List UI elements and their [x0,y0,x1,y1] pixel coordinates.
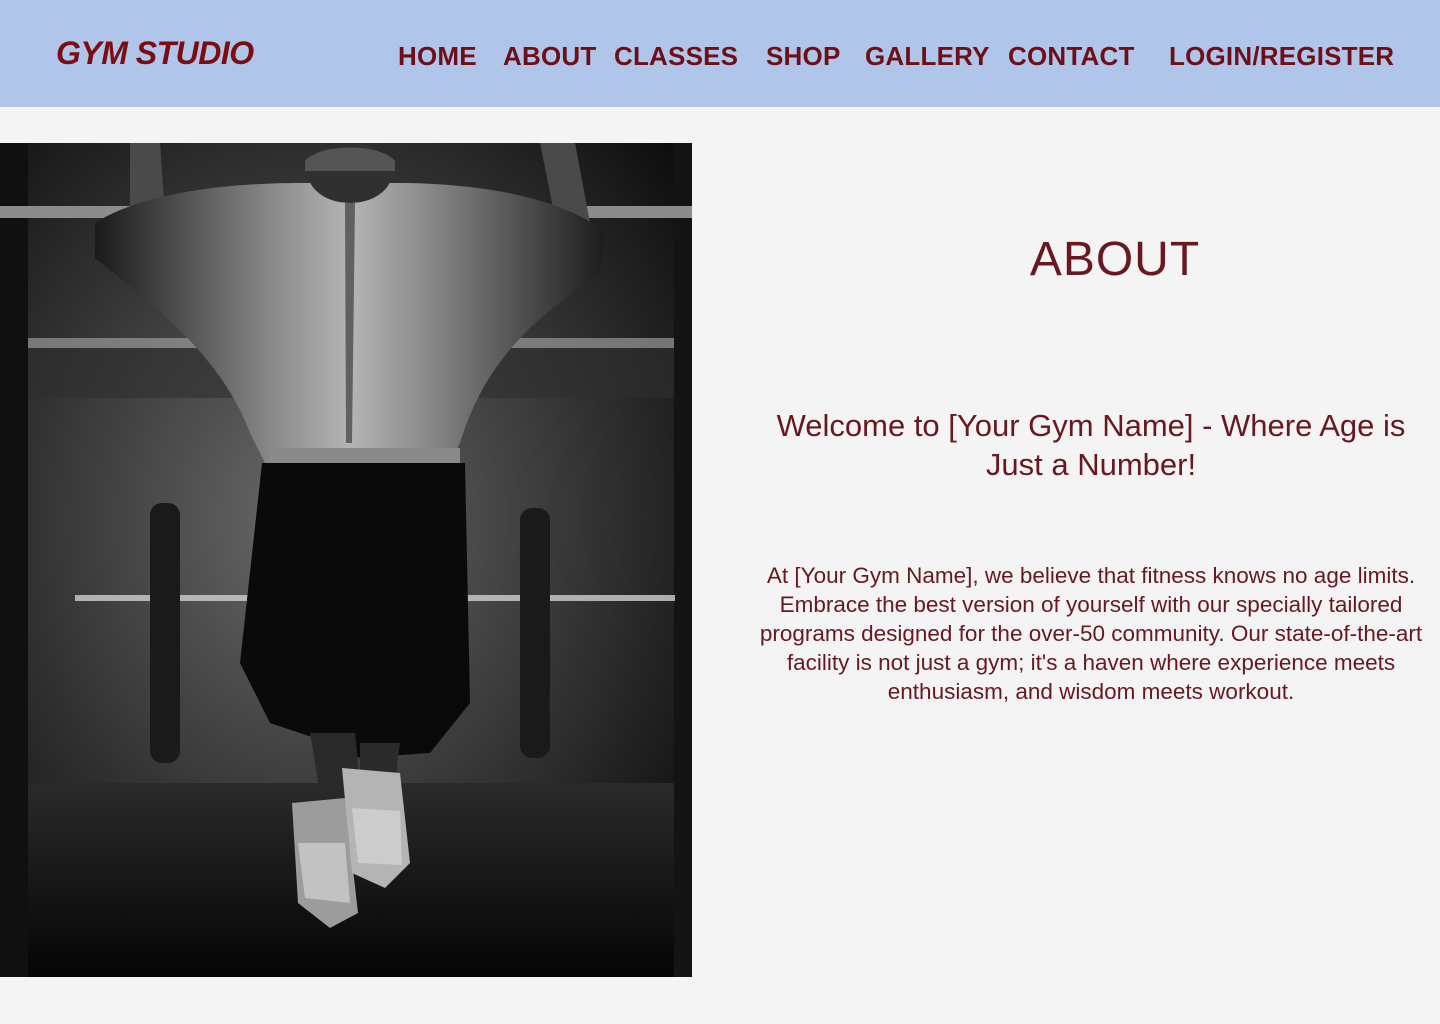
nav-about[interactable]: ABOUT [503,41,596,72]
page-title: ABOUT [1029,233,1201,286]
nav-contact[interactable]: CONTACT [1008,41,1135,72]
welcome-heading: Welcome to [Your Gym Name] - Where Age i… [776,408,1406,482]
nav-gallery[interactable]: GALLERY [865,41,990,72]
athlete-pullup-image [0,143,692,977]
about-paragraph: At [Your Gym Name], we believe that fitn… [759,563,1423,704]
nav-login-register[interactable]: LOGIN/REGISTER [1169,41,1394,72]
site-header: GYM STUDIO HOME ABOUT CLASSES SHOP GALLE… [0,0,1440,107]
site-logo[interactable]: GYM STUDIO [56,35,254,72]
hero-photo [0,143,692,977]
nav-home[interactable]: HOME [398,41,477,72]
nav-shop[interactable]: SHOP [766,41,840,72]
nav-classes[interactable]: CLASSES [614,41,738,72]
